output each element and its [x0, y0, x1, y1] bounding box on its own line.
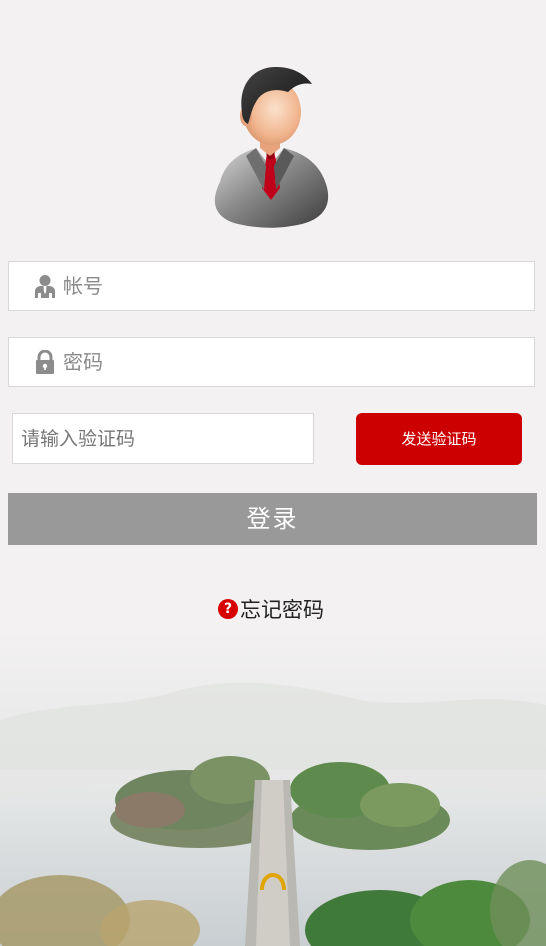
avatar-icon: [214, 66, 329, 228]
account-field[interactable]: [8, 261, 535, 311]
forgot-password-label: 忘记密码: [240, 598, 324, 622]
verification-code-field[interactable]: [12, 413, 314, 464]
password-input[interactable]: [63, 338, 523, 386]
verification-code-input[interactable]: [21, 414, 306, 463]
lock-icon: [36, 350, 54, 374]
question-circle-icon: ?: [218, 599, 238, 619]
send-code-button[interactable]: 发送验证码: [356, 413, 522, 465]
password-field[interactable]: [8, 337, 535, 387]
forgot-password-link[interactable]: ? 忘记密码: [218, 594, 324, 624]
user-icon: [35, 275, 55, 298]
lake-scenery-image: [0, 630, 546, 946]
account-input[interactable]: [63, 262, 523, 310]
login-button[interactable]: 登录: [8, 493, 537, 545]
